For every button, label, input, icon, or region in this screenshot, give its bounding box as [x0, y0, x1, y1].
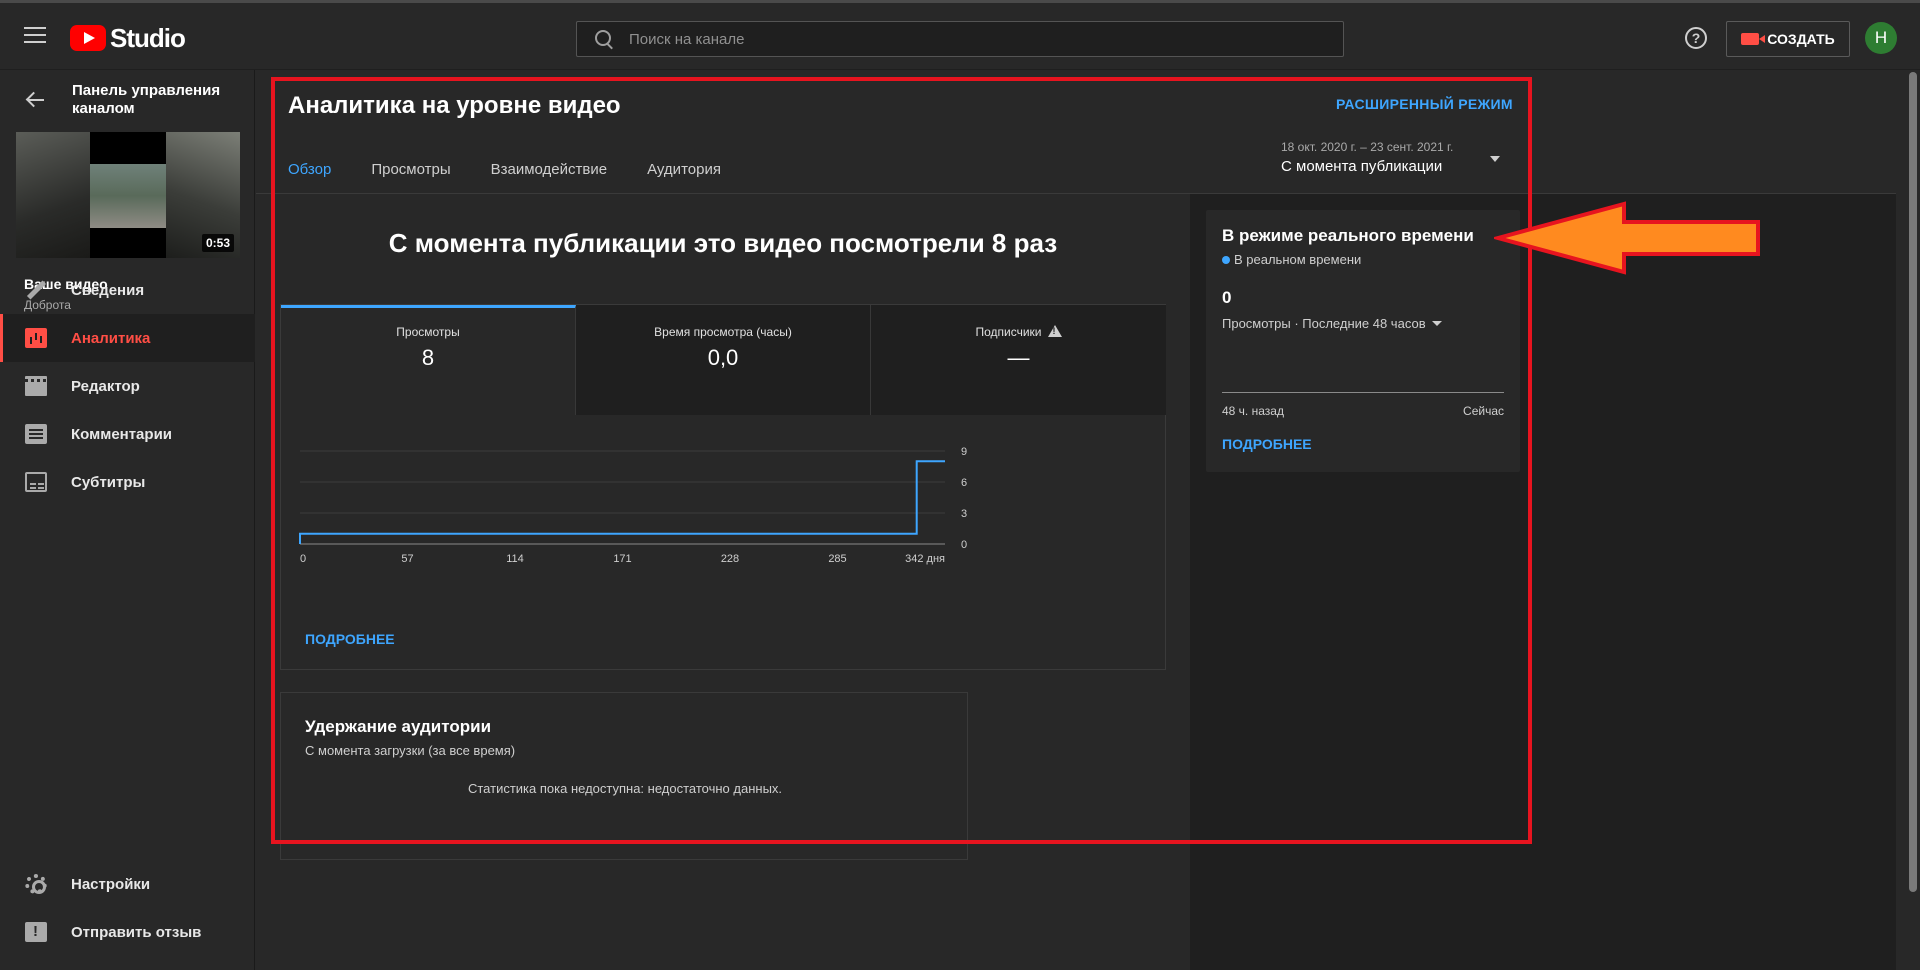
scrollbar[interactable]	[1906, 70, 1920, 970]
overview-content: С момента публикации это видео посмотрел…	[256, 194, 1190, 970]
date-range-text[interactable]: 18 окт. 2020 г. – 23 сент. 2021 г.	[1281, 140, 1453, 154]
realtime-live-indicator: В реальном времени	[1222, 252, 1361, 267]
chart-x-tick-label: 228	[721, 553, 739, 565]
sidebar-item-label: Сведения	[71, 281, 145, 299]
create-button-label: СОЗДАТЬ	[1767, 31, 1835, 47]
pencil-icon	[25, 280, 47, 300]
scrollbar-thumb[interactable]	[1909, 72, 1917, 892]
realtime-live-label: В реальном времени	[1234, 252, 1362, 267]
arrow-shape	[1494, 201, 1760, 275]
retention-subtitle: С момента загрузки (за все время)	[305, 743, 516, 758]
video-duration: 0:53	[201, 234, 234, 252]
sidebar-item-label: Отправить отзыв	[71, 923, 202, 941]
retention-title: Удержание аудитории	[305, 717, 492, 736]
chart-x-tick-label: 57	[401, 553, 413, 565]
chart-x-tick-label: 0	[300, 553, 306, 565]
realtime-more-link[interactable]: ПОДРОБНЕЕ	[1222, 436, 1312, 452]
youtube-logo-icon	[70, 25, 106, 51]
sidebar-item-analytics[interactable]: Аналитика	[0, 314, 255, 362]
menu-icon[interactable]	[24, 27, 46, 45]
page-title: Аналитика на уровне видео	[288, 92, 621, 119]
comment-icon	[25, 424, 47, 444]
chart-y-tick-label: 9	[961, 446, 967, 458]
metric-label: Время просмотра (часы)	[654, 325, 792, 339]
realtime-card: В режиме реального времени В реальном вр…	[1206, 210, 1520, 472]
top-bar: Studio ? СОЗДАТЬ Н	[0, 0, 1920, 70]
sidebar: Панель управления каналом 0:53 Ваше виде…	[0, 70, 255, 970]
thumbnail-picture	[90, 164, 166, 228]
channel-dashboard-link[interactable]: Панель управления каналом	[72, 82, 242, 118]
metric-value: —	[1007, 345, 1030, 370]
metric-value: 0,0	[707, 345, 739, 370]
sidebar-item-settings[interactable]: Настройки	[0, 860, 255, 908]
sidebar-item-details[interactable]: Сведения	[0, 266, 255, 314]
subtitles-icon	[25, 472, 47, 492]
realtime-axis-end: Сейчас	[1463, 404, 1504, 418]
date-range-selector[interactable]: С момента публикации	[1281, 158, 1442, 175]
sidebar-item-subtitles[interactable]: Субтитры	[0, 458, 255, 506]
sidebar-item-label: Аналитика	[71, 329, 151, 347]
chart-x-tick-label: 114	[506, 553, 524, 565]
video-camera-icon	[1741, 33, 1766, 45]
help-icon[interactable]: ?	[1685, 27, 1707, 49]
feedback-icon	[25, 922, 47, 942]
back-arrow-icon[interactable]	[26, 90, 46, 110]
live-dot-icon	[1222, 256, 1230, 264]
audience-retention-card: Удержание аудитории С момента загрузки (…	[280, 692, 968, 860]
sidebar-item-comments[interactable]: Комментарии	[0, 410, 255, 458]
chart-x-tick-label: 342 дня	[905, 553, 945, 565]
right-panel: В режиме реального времени В реальном вр…	[1190, 194, 1896, 970]
avatar[interactable]: Н	[1865, 22, 1897, 54]
film-icon	[25, 376, 47, 396]
warning-icon	[1047, 325, 1062, 337]
chart-series-line	[299, 460, 945, 544]
realtime-count: 0	[1222, 288, 1232, 307]
chart-x-tick-label: 285	[828, 553, 846, 565]
chart-x-tick-label: 171	[613, 553, 631, 565]
chart-y-tick-label: 3	[961, 508, 967, 520]
realtime-period-label: Просмотры · Последние 48 часов	[1222, 316, 1426, 331]
gear-icon	[25, 874, 47, 894]
create-button[interactable]: СОЗДАТЬ	[1726, 21, 1850, 57]
advanced-mode-button[interactable]: РАСШИРЕННЫЙ РЕЖИМ	[1336, 96, 1513, 112]
realtime-axis-start: 48 ч. назад	[1222, 404, 1284, 418]
search-input[interactable]	[619, 24, 1343, 54]
sidebar-item-label: Настройки	[71, 875, 151, 893]
realtime-period-selector[interactable]: Просмотры · Последние 48 часов	[1222, 316, 1442, 331]
metrics-chart-card: Просмотры 8 Время просмотра (часы) 0,0 П…	[280, 304, 1166, 670]
sidebar-item-label: Комментарии	[71, 425, 173, 443]
studio-logo[interactable]: Studio	[70, 22, 186, 53]
chevron-down-icon[interactable]	[1490, 156, 1500, 162]
search-bar[interactable]	[576, 21, 1344, 57]
views-line-chart: 0 3 6 9 0 57 114 171 228 285 342 дня	[299, 446, 967, 565]
metric-tab-views[interactable]: Просмотры 8	[281, 305, 576, 415]
metric-label-text: Подписчики	[975, 325, 1042, 339]
video-thumbnail[interactable]: 0:53	[16, 132, 240, 258]
sidebar-item-editor[interactable]: Редактор	[0, 362, 255, 410]
search-icon[interactable]	[589, 24, 619, 54]
realtime-title: В режиме реального времени	[1222, 226, 1474, 245]
metric-tab-subscribers[interactable]: Подписчики —	[871, 305, 1166, 415]
logo-text: Studio	[110, 22, 186, 53]
sidebar-item-label: Редактор	[71, 377, 140, 395]
metric-value: 8	[421, 345, 435, 370]
thumbnail-left-blur	[16, 132, 90, 258]
chart-y-tick-label: 0	[961, 539, 967, 551]
realtime-axis-line	[1222, 392, 1504, 393]
sidebar-item-feedback[interactable]: Отправить отзыв	[0, 908, 255, 956]
retention-empty-message: Статистика пока недоступна: недостаточно…	[467, 781, 783, 796]
metric-tab-watch-time[interactable]: Время просмотра (часы) 0,0	[576, 305, 871, 415]
orange-arrow-annotation	[1494, 201, 1760, 275]
chart-y-tick-label: 6	[961, 477, 967, 489]
metric-label: Подписчики	[871, 325, 1166, 339]
sidebar-item-label: Субтитры	[71, 473, 146, 491]
analytics-icon	[25, 328, 47, 348]
views-headline: С момента публикации это видео посмотрел…	[388, 228, 1058, 258]
metric-label: Просмотры	[396, 325, 460, 339]
caret-down-icon	[1431, 321, 1442, 326]
chart-more-link[interactable]: ПОДРОБНЕЕ	[305, 631, 395, 647]
